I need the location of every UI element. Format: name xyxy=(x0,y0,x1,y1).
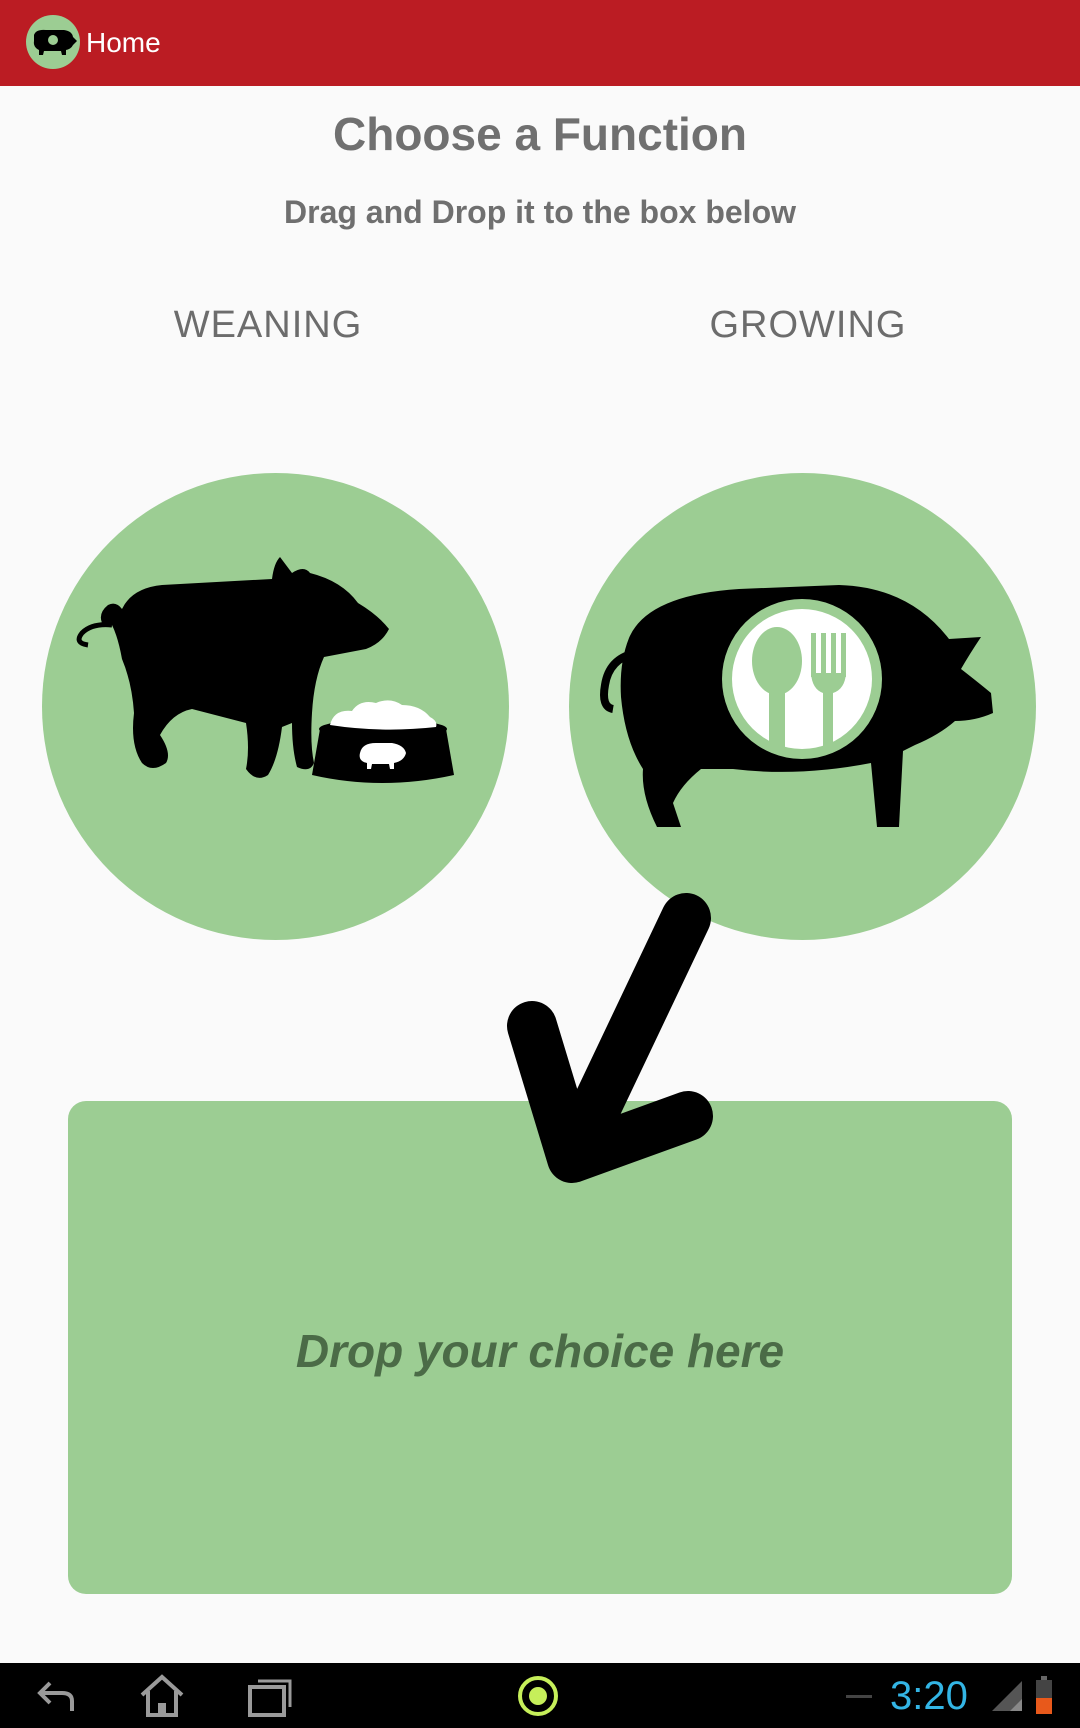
weaning-option[interactable] xyxy=(42,473,509,940)
status-clock: 3:20 xyxy=(890,1674,968,1718)
growing-label: GROWING xyxy=(709,304,907,346)
battery-icon xyxy=(1036,1676,1052,1714)
page-subtitle: Drag and Drop it to the box below xyxy=(284,194,796,230)
signal-icon xyxy=(992,1681,1022,1711)
weaning-pig-icon xyxy=(76,557,454,783)
weaning-label: WEANING xyxy=(173,304,363,346)
app-logo-icon[interactable] xyxy=(26,15,80,69)
growing-pig-icon xyxy=(600,585,993,827)
home-icon[interactable] xyxy=(132,1671,192,1721)
assistant-icon[interactable] xyxy=(515,1673,561,1719)
system-nav-bar: 3:20 xyxy=(0,1663,1080,1728)
page-title: Choose a Function xyxy=(333,108,747,160)
growing-option[interactable] xyxy=(569,473,1036,940)
back-icon[interactable] xyxy=(30,1671,90,1721)
drop-zone[interactable]: Drop your choice here xyxy=(68,1101,1012,1594)
notification-dash xyxy=(846,1695,872,1698)
actionbar-title: Home xyxy=(86,27,161,58)
recent-apps-icon[interactable] xyxy=(240,1671,300,1721)
action-bar: Home xyxy=(0,0,1080,86)
drop-zone-text: Drop your choice here xyxy=(295,1325,785,1377)
